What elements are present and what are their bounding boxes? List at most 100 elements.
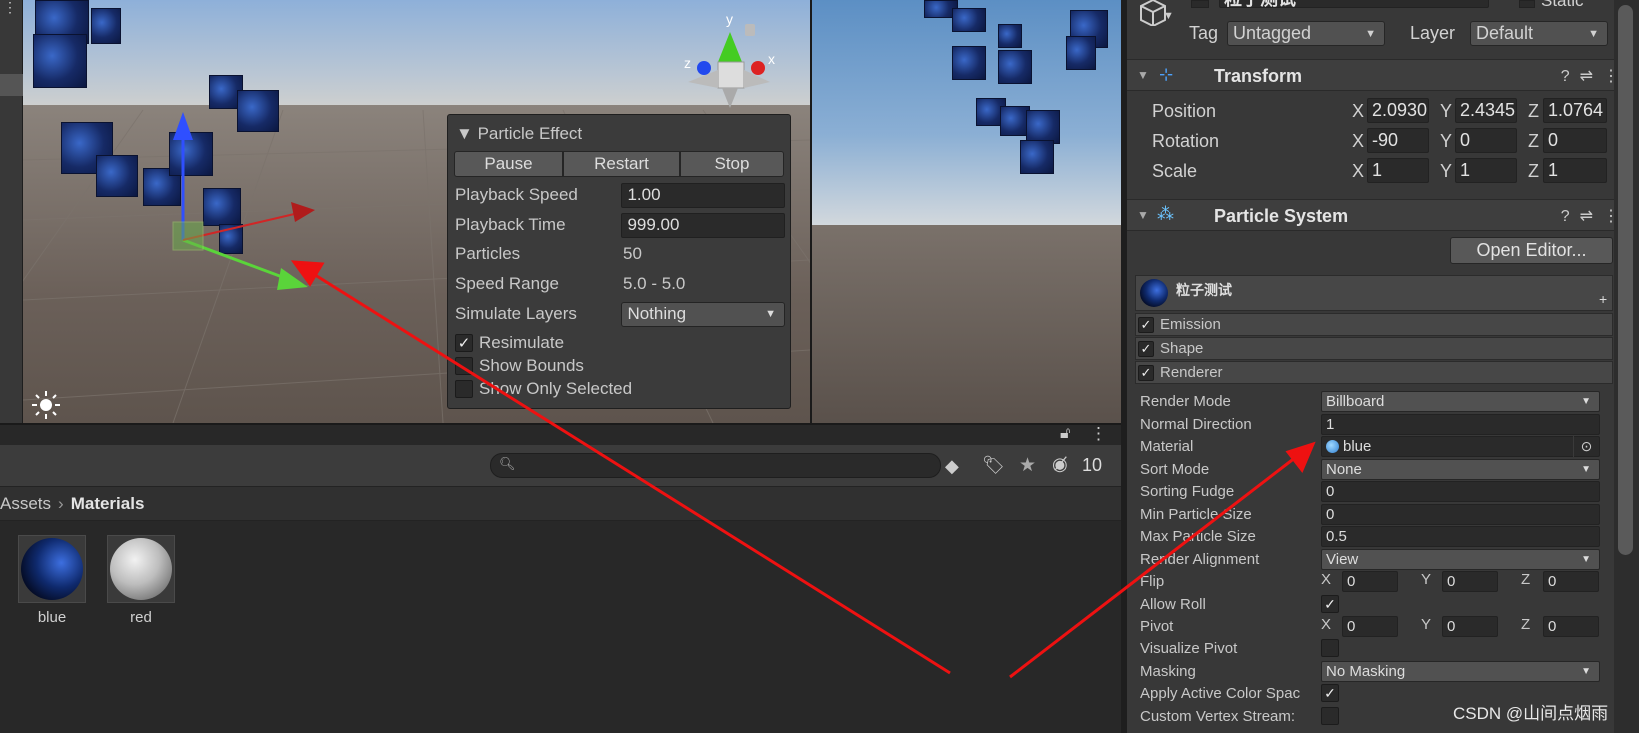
masking-dropdown[interactable]: No Masking ▼ [1321,661,1600,682]
simulate-layers-dropdown[interactable]: Nothing ▼ [621,301,785,327]
pivot-y-field[interactable]: 0 [1442,616,1498,637]
foldout-arrow-icon[interactable]: ▼ [1137,68,1149,82]
show-bounds-checkbox[interactable] [455,357,473,375]
layer-label: Layer [1410,23,1456,43]
flip-y-field[interactable]: 0 [1442,571,1498,592]
preset-icon[interactable]: ⇌ [1580,68,1603,85]
more-icon[interactable]: ⋮ [3,0,17,14]
speed-range-label: Speed Range [455,274,559,293]
show-only-selected-checkbox[interactable] [455,380,473,398]
favorites-star-icon[interactable]: ★ [1019,454,1036,477]
scale-x-field[interactable]: 1 [1367,158,1429,183]
pivot-z-field[interactable]: 0 [1543,616,1599,637]
sorting-fudge-label: Sorting Fudge [1140,483,1235,500]
transform-header[interactable]: ▼ ⊹ Transform ?⇌⋮ [1127,59,1639,91]
particle-system-main-module[interactable]: 粒子测试 + [1135,275,1613,311]
min-particle-size-row: Min Particle Size 0 [1140,504,1620,526]
visualize-pivot-checkbox[interactable] [1321,639,1339,657]
position-z-field[interactable]: 1.0764 [1543,98,1607,123]
inspector-scrollbar[interactable] [1614,0,1639,733]
allow-roll-checkbox[interactable]: ✓ [1321,595,1339,613]
toolbar-selected-slot[interactable] [0,74,23,96]
playback-speed-field[interactable]: 1.00 [621,182,785,208]
active-checkbox[interactable] [1191,0,1209,8]
sun-icon[interactable] [31,390,61,420]
resimulate-checkbox[interactable]: ✓ [455,334,473,352]
tag-dropdown[interactable]: Untagged ▼ [1227,21,1385,46]
game-ground [812,225,1121,423]
normal-direction-row: Normal Direction 1 [1140,414,1620,436]
module-checkbox[interactable]: ✓ [1138,340,1154,357]
asset-blue-material[interactable]: blue [7,535,97,626]
rotation-z-field[interactable]: 0 [1543,128,1607,153]
filter-by-type-icon[interactable]: ◆ [945,456,959,477]
flip-x-field[interactable]: 0 [1342,571,1398,592]
hidden-packages-icon[interactable]: ◉̸ [1052,454,1068,475]
breadcrumb-materials[interactable]: Materials [71,494,145,514]
help-icon[interactable]: ? [1561,208,1580,225]
masking-label: Masking [1140,663,1196,680]
position-y-field[interactable]: 2.4345 [1455,98,1517,123]
search-input[interactable]: 🔍︎ [490,453,941,478]
object-name-field[interactable]: 粒子测试 [1219,0,1489,8]
scale-z-field[interactable]: 1 [1543,158,1607,183]
custom-vertex-streams-checkbox[interactable] [1321,707,1339,725]
foldout-arrow-icon[interactable]: ▼ [1137,208,1149,222]
asset-red-material[interactable]: red [96,535,186,626]
apply-active-color-checkbox[interactable]: ✓ [1321,684,1339,702]
module-emission[interactable]: ✓ Emission [1135,313,1613,336]
pause-button[interactable]: Pause [454,151,563,177]
breadcrumb-assets[interactable]: Assets [0,494,51,514]
flip-y-label: Y [1421,571,1432,588]
visualize-pivot-row: Visualize Pivot [1140,638,1620,660]
restart-button[interactable]: Restart [563,151,680,177]
chevron-down-icon: ▼ [1588,27,1599,40]
max-particle-size-row: Max Particle Size 0.5 [1140,526,1620,548]
lock-icon[interactable]: 🔓︎ [1060,425,1070,443]
rotation-y-label: Y [1440,131,1453,151]
static-checkbox[interactable] [1519,0,1535,8]
stop-button[interactable]: Stop [680,151,784,177]
sort-mode-row: Sort Mode None ▼ [1140,459,1620,481]
rotation-x-field[interactable]: -90 [1367,128,1429,153]
rotation-y-field[interactable]: 0 [1455,128,1517,153]
particle-system-header[interactable]: ▼ ⁂ Particle System ?⇌⋮ [1127,199,1639,231]
module-renderer[interactable]: ✓ Renderer [1135,361,1613,384]
orientation-gizmo[interactable]: y z x [678,10,783,110]
scrollbar-thumb[interactable] [1618,5,1633,555]
particle-effect-title[interactable]: ▼ Particle Effect [456,124,582,144]
module-shape[interactable]: ✓ Shape [1135,337,1613,360]
gizmo-lock-icon[interactable] [745,24,755,36]
min-particle-size-field[interactable]: 0 [1321,504,1600,525]
game-view[interactable] [812,0,1121,423]
add-module-icon[interactable]: + [1599,291,1607,307]
chevron-down-icon[interactable]: ▼ [1163,10,1174,22]
more-icon[interactable]: ⋮ [1090,424,1107,444]
render-mode-dropdown[interactable]: Billboard ▼ [1321,391,1600,412]
filter-by-label-icon[interactable]: 🏷︎ [982,455,1005,476]
open-editor-button[interactable]: Open Editor... [1450,237,1613,264]
position-x-field[interactable]: 2.0930 [1367,98,1429,123]
flip-z-field[interactable]: 0 [1543,571,1599,592]
sort-mode-dropdown[interactable]: None ▼ [1321,459,1600,480]
sorting-fudge-field[interactable]: 0 [1321,481,1600,502]
inspector-panel: ▼ 粒子测试 Static Tag Untagged ▼ Layer Defaul… [1127,0,1639,733]
max-particle-size-field[interactable]: 0.5 [1321,526,1600,547]
material-value: blue [1343,438,1372,455]
normal-direction-field[interactable]: 1 [1321,414,1600,435]
scale-y-field[interactable]: 1 [1455,158,1517,183]
rotation-z-label: Z [1528,131,1539,151]
render-alignment-dropdown[interactable]: View ▼ [1321,549,1600,570]
help-icon[interactable]: ? [1561,68,1580,85]
particles-label: Particles [455,244,521,263]
module-checkbox[interactable]: ✓ [1138,316,1154,333]
collapse-triangle-icon[interactable]: ▼ [456,124,473,143]
render-alignment-row: Render Alignment View ▼ [1140,549,1620,571]
playback-time-field[interactable]: 999.00 [621,212,785,238]
layer-dropdown[interactable]: Default ▼ [1470,21,1608,46]
preset-icon[interactable]: ⇌ [1580,208,1603,225]
object-picker-icon[interactable]: ⊙ [1573,436,1599,457]
material-object-field[interactable]: blue ⊙ [1321,436,1600,457]
module-checkbox[interactable]: ✓ [1138,364,1154,381]
pivot-x-field[interactable]: 0 [1342,616,1398,637]
